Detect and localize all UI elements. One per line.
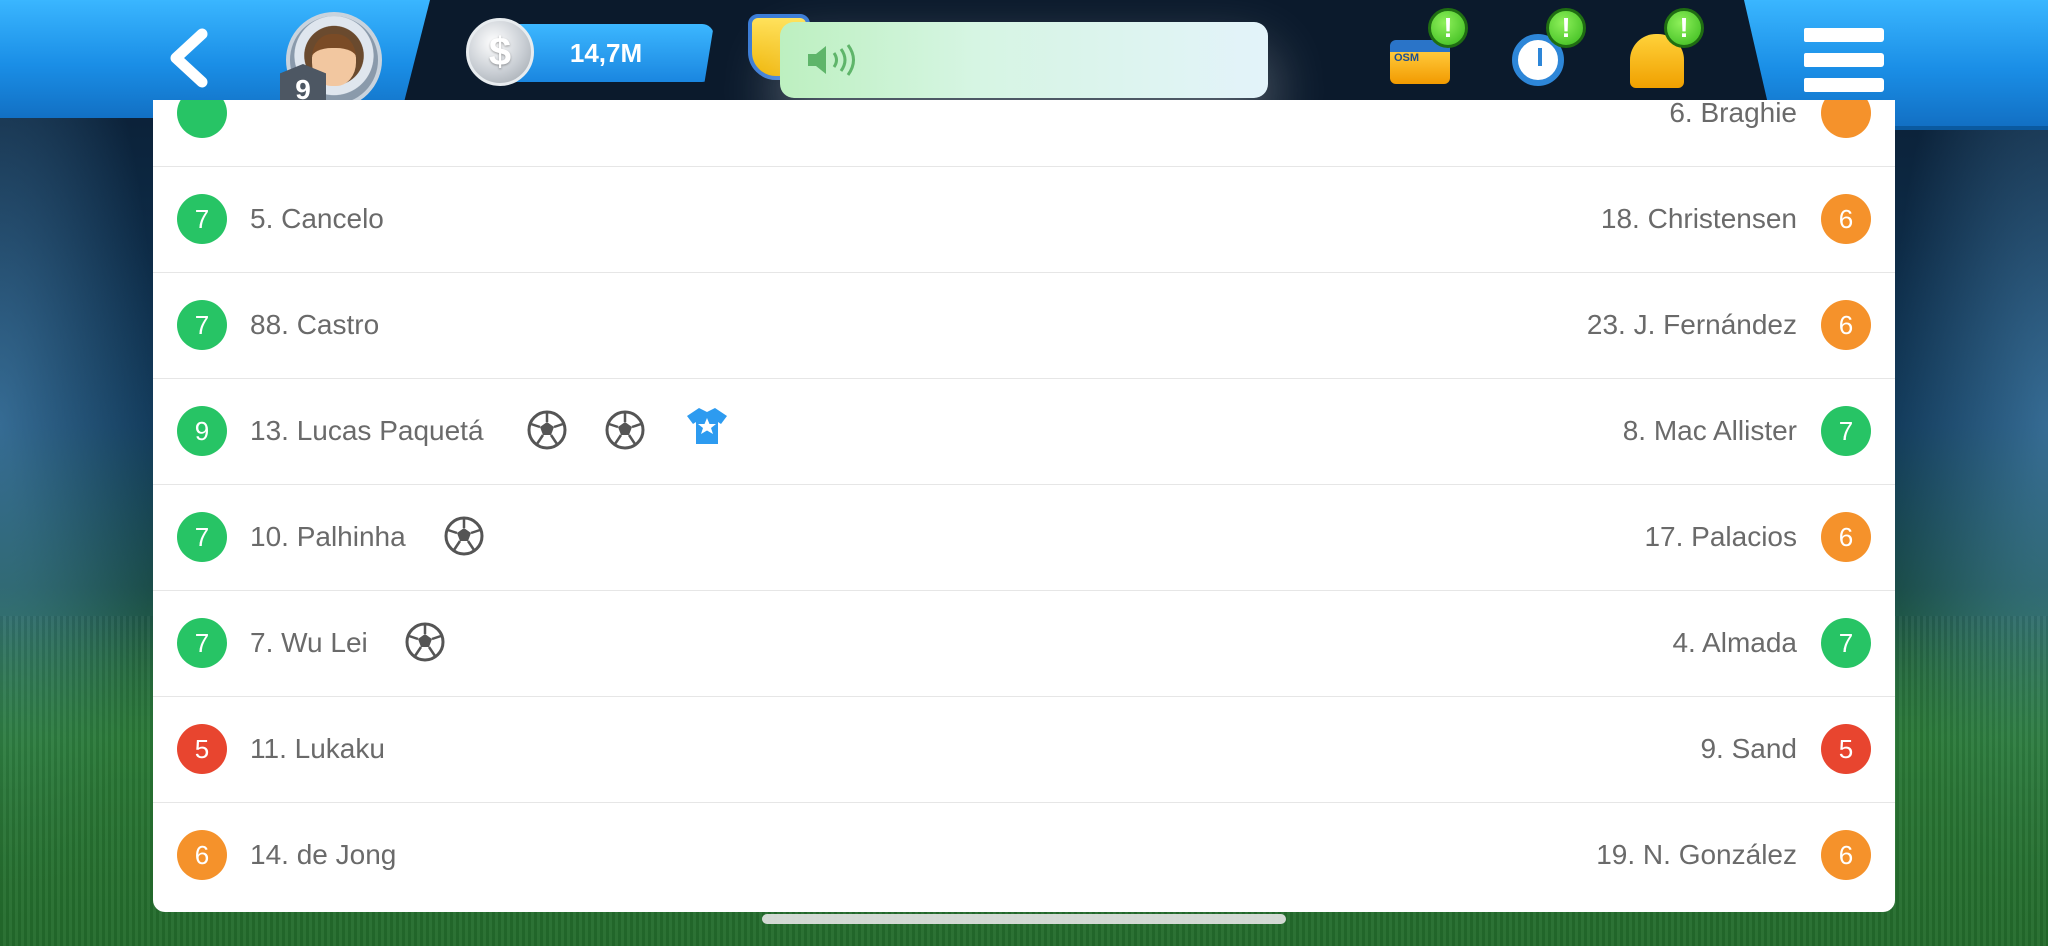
right-player-name: 9. Sand bbox=[1700, 733, 1797, 764]
player-row: 7 7. Wu Lei 4. Almada 7 bbox=[153, 590, 1895, 697]
left-player-rating: 7 bbox=[177, 618, 227, 668]
right-player-rating: 7 bbox=[1821, 406, 1871, 456]
right-player-rating: 6 bbox=[1821, 194, 1871, 244]
right-player-name: 18. Christensen bbox=[1600, 203, 1797, 234]
briefcase-button[interactable]: OSM ! bbox=[1384, 8, 1468, 94]
menu-line bbox=[1804, 78, 1884, 92]
left-player-name: 88. Castro bbox=[250, 309, 380, 340]
left-player-name: 5. Cancelo bbox=[250, 203, 384, 234]
player-row: 7 10. Palhinha 17. Palacios 6 bbox=[153, 484, 1895, 591]
player-row: 9 13. Lucas Paquetá 8. Mac Allister 7 bbox=[153, 378, 1895, 485]
right-player-name: 23. J. Fernández bbox=[1586, 309, 1797, 340]
left-player-rating: 7 bbox=[177, 300, 227, 350]
right-player-name: 4. Almada bbox=[1672, 627, 1797, 658]
right-player-rating: 7 bbox=[1821, 618, 1871, 668]
alert-badge-icon: ! bbox=[1546, 8, 1586, 48]
left-player-name: 11. Lukaku bbox=[250, 733, 385, 764]
left-player-name: 13. Lucas Paquetá bbox=[250, 415, 484, 446]
left-player-rating: 7 bbox=[177, 194, 227, 244]
left-player-name: 7. Wu Lei bbox=[250, 627, 368, 658]
star-shirt-icon bbox=[687, 408, 727, 444]
soccer-ball-icon bbox=[605, 410, 645, 450]
back-chevron-icon[interactable] bbox=[160, 26, 224, 90]
left-player-rating bbox=[177, 100, 227, 138]
right-player-name: 6. Braghie bbox=[1669, 100, 1797, 128]
left-player-rating: 6 bbox=[177, 830, 227, 880]
right-player-name: 19. N. González bbox=[1596, 839, 1797, 870]
player-row: 6. Braghie bbox=[153, 100, 1895, 167]
left-player-rating: 7 bbox=[177, 512, 227, 562]
left-player-name: 14. de Jong bbox=[250, 839, 397, 870]
right-player-rating: 6 bbox=[1821, 512, 1871, 562]
list-menu-icon[interactable] bbox=[1804, 28, 1884, 92]
right-player-rating: 6 bbox=[1821, 300, 1871, 350]
right-player-rating: 5 bbox=[1821, 724, 1871, 774]
notifications-button[interactable]: ! bbox=[1620, 8, 1704, 94]
player-row: 5 11. Lukaku 9. Sand 5 bbox=[153, 696, 1895, 803]
right-player-name: 8. Mac Allister bbox=[1622, 415, 1797, 446]
home-indicator[interactable] bbox=[762, 914, 1286, 924]
alert-badge-icon: ! bbox=[1664, 8, 1704, 48]
volume-toast bbox=[780, 22, 1268, 98]
menu-line bbox=[1804, 28, 1884, 42]
menu-line bbox=[1804, 53, 1884, 67]
coin-icon: $ bbox=[466, 18, 534, 86]
timer-button[interactable]: ! bbox=[1502, 8, 1586, 94]
alert-badge-icon: ! bbox=[1428, 8, 1468, 48]
right-player-name: 17. Palacios bbox=[1644, 521, 1797, 552]
left-player-rating: 9 bbox=[177, 406, 227, 456]
left-player-name: 10. Palhinha bbox=[250, 521, 406, 552]
right-player-rating: 6 bbox=[1821, 830, 1871, 880]
soccer-ball-icon bbox=[527, 410, 567, 450]
player-row: 7 5. Cancelo 18. Christensen 6 bbox=[153, 166, 1895, 273]
player-row: 6 14. de Jong 19. N. González 6 bbox=[153, 802, 1895, 908]
player-row: 7 88. Castro 23. J. Fernández 6 bbox=[153, 272, 1895, 379]
briefcase-label: OSM bbox=[1394, 52, 1420, 64]
right-player-rating bbox=[1821, 100, 1871, 138]
player-ratings-list[interactable]: 6. Braghie 7 5. Cancelo 18. Christensen … bbox=[153, 100, 1895, 912]
left-player-rating: 5 bbox=[177, 724, 227, 774]
soccer-ball-icon bbox=[444, 516, 484, 556]
speaker-icon bbox=[808, 44, 855, 76]
soccer-ball-icon bbox=[405, 622, 445, 662]
